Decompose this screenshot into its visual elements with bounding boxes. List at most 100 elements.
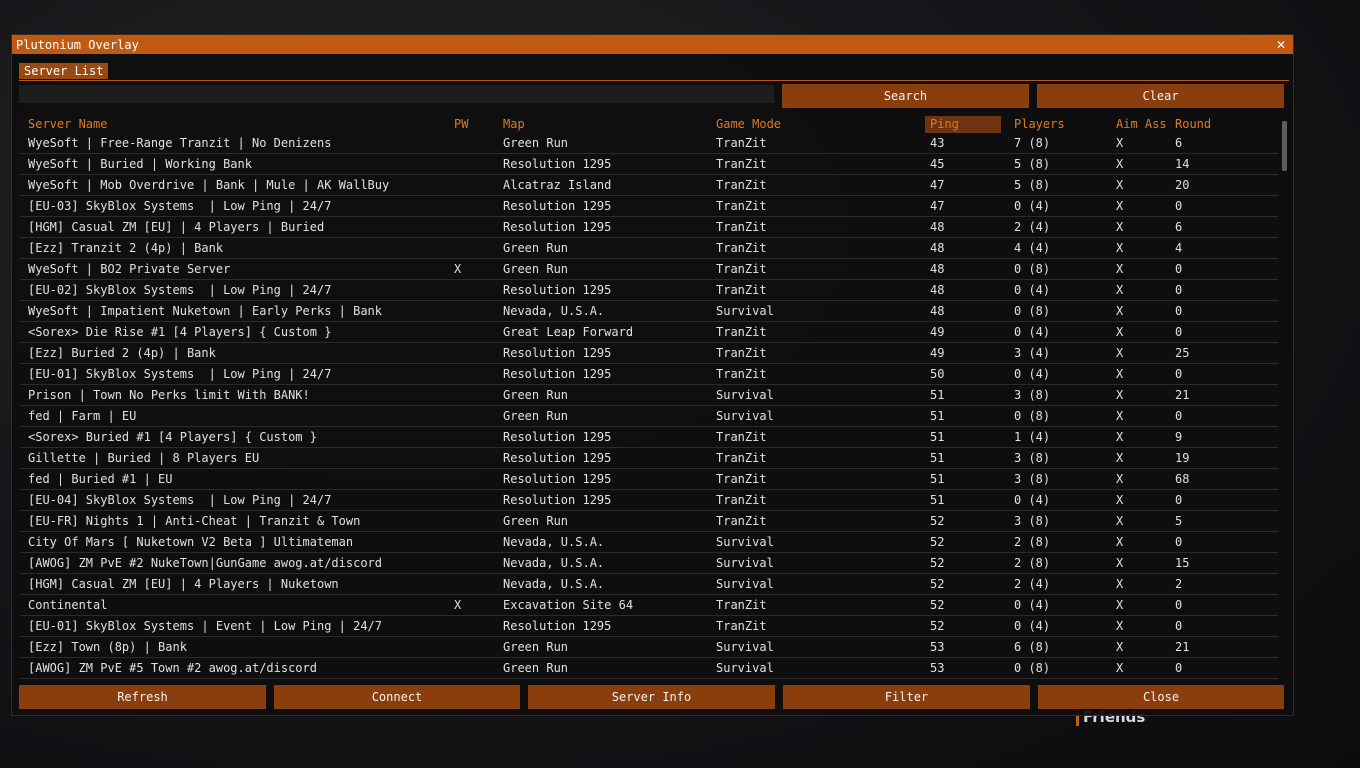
player-count: 0 (4) bbox=[1014, 493, 1051, 507]
table-row[interactable]: Continental X Excavation Site 64 TranZit 52 0… bbox=[20, 595, 1278, 616]
table-row[interactable]: City Of Mars [ Nuketown V2 Beta ] Ultima… bbox=[20, 532, 1278, 553]
table-row[interactable]: [AWOG] ZM PvE #5 Town #2 awog.at/discord… bbox=[20, 658, 1278, 679]
password-flag bbox=[454, 133, 484, 154]
clear-button[interactable]: Clear bbox=[1037, 84, 1284, 108]
table-row[interactable]: [EU-03] SkyBlox Systems | Low Ping | 24/… bbox=[20, 196, 1278, 217]
server-info-button[interactable]: Server Info bbox=[528, 685, 775, 709]
column-header-server-name[interactable]: Server Name bbox=[28, 116, 448, 133]
player-count: 0 (8) bbox=[1014, 304, 1051, 318]
column-header-map[interactable]: Map bbox=[503, 116, 708, 133]
table-row[interactable]: [EU-01] SkyBlox Systems | Low Ping | 24/… bbox=[20, 364, 1278, 385]
aim-assist-flag: X bbox=[1116, 640, 1124, 654]
filter-button[interactable]: Filter bbox=[783, 685, 1030, 709]
round-number: 6 bbox=[1175, 136, 1183, 150]
refresh-button[interactable]: Refresh bbox=[19, 685, 266, 709]
column-header-round[interactable]: Round bbox=[1175, 116, 1235, 133]
title-bar[interactable]: Plutonium Overlay ✕ bbox=[12, 35, 1293, 54]
column-header-players[interactable]: Players bbox=[1014, 116, 1109, 133]
close-button[interactable]: Close bbox=[1038, 685, 1284, 709]
aim-assist-flag: X bbox=[1116, 346, 1124, 360]
password-flag bbox=[454, 364, 484, 385]
map-name: Green Run bbox=[503, 640, 569, 654]
ping-value: 51 bbox=[930, 451, 945, 465]
round-number: 0 bbox=[1175, 598, 1183, 612]
table-row[interactable]: <Sorex> Buried #1 [4 Players] { Custom }… bbox=[20, 427, 1278, 448]
aim-assist-flag: X bbox=[1116, 367, 1124, 381]
server-list[interactable]: WyeSoft | Free-Range Tranzit | No Denize… bbox=[20, 133, 1278, 679]
map-name: Green Run bbox=[503, 388, 569, 402]
search-button[interactable]: Search bbox=[782, 84, 1029, 108]
password-flag bbox=[454, 343, 484, 364]
table-row[interactable]: [EU-FR] Nights 1 | Anti-Cheat | Tranzit … bbox=[20, 511, 1278, 532]
password-flag bbox=[454, 175, 484, 196]
tab-server-list[interactable]: Server List bbox=[19, 63, 109, 79]
server-name: Gillette | Buried | 8 Players EU bbox=[28, 451, 260, 465]
table-row[interactable]: fed | Farm | EU Green Run Survival 51 0 (8) X… bbox=[20, 406, 1278, 427]
game-mode: TranZit bbox=[716, 451, 767, 465]
aim-assist-flag: X bbox=[1116, 388, 1124, 402]
table-row[interactable]: [EU-01] SkyBlox Systems | Event | Low Pi… bbox=[20, 616, 1278, 637]
server-name: <Sorex> Buried #1 [4 Players] { Custom } bbox=[28, 430, 317, 444]
player-count: 0 (4) bbox=[1014, 598, 1051, 612]
game-mode: TranZit bbox=[716, 157, 767, 171]
table-row[interactable]: [Ezz] Tranzit 2 (4p) | Bank Green Run Tran… bbox=[20, 238, 1278, 259]
table-row[interactable]: WyeSoft | Impatient Nuketown | Early Per… bbox=[20, 301, 1278, 322]
connect-button[interactable]: Connect bbox=[274, 685, 520, 709]
map-name: Nevada, U.S.A. bbox=[503, 556, 605, 570]
table-row[interactable]: [HGM] Casual ZM [EU] | 4 Players | Nuket… bbox=[20, 574, 1278, 595]
table-row[interactable]: [EU-02] SkyBlox Systems | Low Ping | 24/… bbox=[20, 280, 1278, 301]
server-name: City Of Mars [ Nuketown V2 Beta ] Ultima… bbox=[28, 535, 354, 549]
column-header-game-mode[interactable]: Game Mode bbox=[716, 116, 916, 133]
column-header-pw[interactable]: PW bbox=[454, 116, 484, 133]
table-row[interactable]: <Sorex> Die Rise #1 [4 Players] { Custom… bbox=[20, 322, 1278, 343]
column-header-ping[interactable]: Ping bbox=[925, 116, 1001, 133]
aim-assist-flag: X bbox=[1116, 199, 1124, 213]
map-name: Green Run bbox=[503, 514, 569, 528]
aim-assist-flag: X bbox=[1116, 325, 1124, 339]
table-row[interactable]: WyeSoft | Buried | Working Bank Resolutio… bbox=[20, 154, 1278, 175]
table-row[interactable]: [Ezz] Town (8p) | Bank Green Run Survival 5… bbox=[20, 637, 1278, 658]
server-name: [Ezz] Town (8p) | Bank bbox=[28, 640, 187, 654]
table-row[interactable]: Gillette | Buried | 8 Players EU Resoluti… bbox=[20, 448, 1278, 469]
game-mode: TranZit bbox=[716, 262, 767, 276]
search-input[interactable] bbox=[19, 85, 774, 103]
tab-bar: Server List bbox=[19, 63, 1289, 81]
game-mode: Survival bbox=[716, 409, 774, 423]
aim-assist-flag: X bbox=[1116, 472, 1124, 486]
round-number: 0 bbox=[1175, 535, 1183, 549]
map-name: Green Run bbox=[503, 262, 569, 276]
password-flag bbox=[454, 427, 484, 448]
round-number: 4 bbox=[1175, 241, 1183, 255]
table-row[interactable]: [EU-04] SkyBlox Systems | Low Ping | 24/… bbox=[20, 490, 1278, 511]
table-row[interactable]: Prison | Town No Perks limit With BANK! G… bbox=[20, 385, 1278, 406]
ping-value: 52 bbox=[930, 556, 945, 570]
table-row[interactable]: [Ezz] Buried 2 (4p) | Bank Resolution 129… bbox=[20, 343, 1278, 364]
table-row[interactable]: fed | Buried #1 | EU Resolution 1295 TranZ… bbox=[20, 469, 1278, 490]
round-number: 0 bbox=[1175, 619, 1183, 633]
password-flag bbox=[454, 322, 484, 343]
table-row[interactable]: WyeSoft | Mob Overdrive | Bank | Mule | … bbox=[20, 175, 1278, 196]
scrollbar-thumb[interactable] bbox=[1282, 121, 1287, 171]
map-name: Resolution 1295 bbox=[503, 472, 612, 486]
table-row[interactable]: WyeSoft | Free-Range Tranzit | No Denize… bbox=[20, 133, 1278, 154]
scrollbar-track[interactable] bbox=[1280, 119, 1288, 679]
password-flag bbox=[454, 637, 484, 658]
password-flag bbox=[454, 574, 484, 595]
round-number: 2 bbox=[1175, 577, 1183, 591]
server-name: [Ezz] Tranzit 2 (4p) | Bank bbox=[28, 241, 224, 255]
window-title: Plutonium Overlay bbox=[16, 37, 139, 52]
game-mode: TranZit bbox=[716, 514, 767, 528]
round-number: 0 bbox=[1175, 661, 1183, 675]
table-row[interactable]: [HGM] Casual ZM [EU] | 4 Players | Burie… bbox=[20, 217, 1278, 238]
column-header-aim-assist[interactable]: Aim Ass bbox=[1116, 116, 1171, 133]
table-row[interactable]: [AWOG] ZM PvE #2 NukeTown|GunGame awog.a… bbox=[20, 553, 1278, 574]
round-number: 5 bbox=[1175, 514, 1183, 528]
password-flag bbox=[454, 154, 484, 175]
server-name: <Sorex> Die Rise #1 [4 Players] { Custom… bbox=[28, 325, 332, 339]
game-mode: TranZit bbox=[716, 367, 767, 381]
close-icon[interactable]: ✕ bbox=[1273, 35, 1289, 54]
game-mode: Survival bbox=[716, 661, 774, 675]
ping-value: 49 bbox=[930, 346, 945, 360]
ping-value: 48 bbox=[930, 220, 945, 234]
table-row[interactable]: WyeSoft | BO2 Private Server X Green Run Tr… bbox=[20, 259, 1278, 280]
